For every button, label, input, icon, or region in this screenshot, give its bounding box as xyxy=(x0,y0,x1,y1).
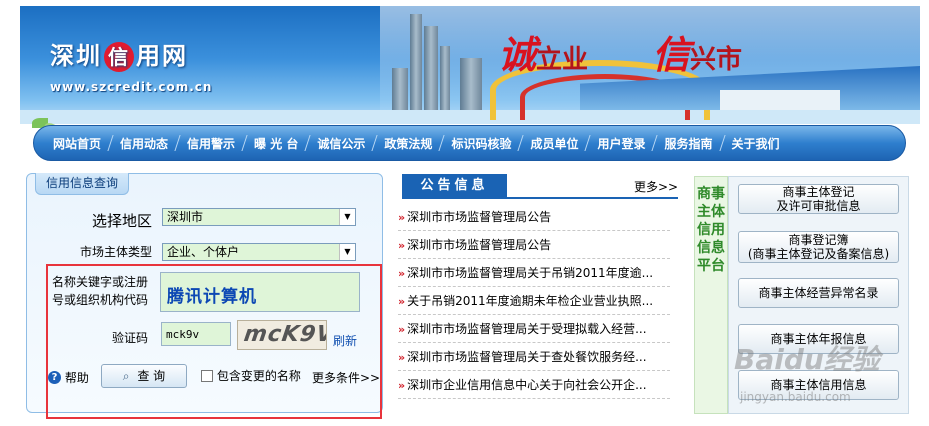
notice-item[interactable]: » 关于吊销2011年度逾期未年检企业营业执照... xyxy=(398,287,670,315)
keyword-input-value: 腾讯计算机 xyxy=(167,287,257,307)
notice-title: 深圳市市场监督管理局关于受理拟载入经营... xyxy=(407,322,647,336)
region-select[interactable]: 深圳市 ▼ xyxy=(162,208,356,226)
slogan-2-rest: 兴市 xyxy=(690,45,743,75)
region-label: 选择地区 xyxy=(91,212,152,230)
nav-item-code-verify[interactable]: 标识码核验 xyxy=(442,135,520,152)
platform-vertical-title: 商事主体信用信息平台 xyxy=(694,176,728,414)
nav-item-policy[interactable]: 政策法规 xyxy=(375,135,441,152)
type-label: 市场主体类型 xyxy=(79,245,152,259)
slogan-2: 信兴市 xyxy=(652,24,742,79)
nav-item-login[interactable]: 用户登录 xyxy=(588,135,654,152)
chevron-down-icon[interactable]: ▼ xyxy=(339,244,355,260)
notice-item[interactable]: » 深圳市市场监督管理局关于受理拟载入经营... xyxy=(398,315,670,343)
logo-part1: 深圳 xyxy=(50,42,102,70)
notice-divider xyxy=(402,197,678,199)
notice-title: 深圳市市场监督管理局公告 xyxy=(407,210,552,224)
notice-tab[interactable]: 公告信息 xyxy=(402,174,507,198)
abnormal-list-button[interactable]: 商事主体经营异常名录 xyxy=(738,278,899,308)
registration-book-line2: (商事主体登记及备案信息) xyxy=(747,247,890,261)
help-label: 帮助 xyxy=(64,371,89,385)
slogan-1-rest: 立业 xyxy=(536,45,589,75)
double-chevron-icon: » xyxy=(398,323,406,336)
nav-item-exposure[interactable]: 曝 光 台 xyxy=(245,135,307,152)
registration-license-line1: 商事主体登记 xyxy=(782,185,855,199)
captcha-image-text: mcK9V xyxy=(242,322,327,347)
main-nav: 网站首页 信用动态 信用警示 曝 光 台 诚信公示 政策法规 标识码核验 成员单… xyxy=(33,125,906,161)
captcha-image[interactable]: mcK9V xyxy=(237,320,327,350)
logo-part2: 用网 xyxy=(136,42,188,70)
nav-item-about[interactable]: 关于我们 xyxy=(723,135,789,152)
help-icon: ? xyxy=(48,371,61,384)
double-chevron-icon: » xyxy=(398,295,406,308)
double-chevron-icon: » xyxy=(398,267,406,280)
keyword-label: 名称关键字或注册号或组织机构代码 xyxy=(51,275,148,307)
credit-info-button[interactable]: 商事主体信用信息 xyxy=(738,370,899,400)
nav-item-service-guide[interactable]: 服务指南 xyxy=(655,135,721,152)
include-changed-label: 包含变更的名称 xyxy=(216,369,301,383)
search-icon: ⌕ xyxy=(122,369,130,383)
help-link[interactable]: ? 帮助 xyxy=(48,369,89,386)
notice-title: 深圳市企业信用信息中心关于向社会公开企... xyxy=(407,378,647,392)
slogan-1-big: 诚 xyxy=(498,32,537,77)
nav-item-credit-news[interactable]: 信用动态 xyxy=(111,135,177,152)
search-button[interactable]: ⌕ 查 询 xyxy=(101,364,187,388)
notice-item[interactable]: » 深圳市市场监督管理局关于查处餐饮服务经... xyxy=(398,343,670,371)
double-chevron-icon: » xyxy=(398,379,406,392)
include-changed-checkbox[interactable] xyxy=(201,369,213,382)
notice-more-link[interactable]: 更多>> xyxy=(634,178,678,195)
tower-2 xyxy=(424,26,438,110)
tower-1 xyxy=(410,14,422,110)
notice-title: 深圳市市场监督管理局关于吊销2011年度逾... xyxy=(407,266,654,280)
chevron-down-icon[interactable]: ▼ xyxy=(339,209,355,225)
double-chevron-icon: » xyxy=(398,211,406,224)
annual-report-label: 商事主体年报信息 xyxy=(770,332,867,346)
captcha-input[interactable]: mck9v xyxy=(161,322,231,346)
slogan-1: 诚立业 xyxy=(498,24,588,79)
type-select-value: 企业、个体户 xyxy=(167,245,240,259)
notice-item[interactable]: » 深圳市企业信用信息中心关于向社会公开企... xyxy=(398,371,670,399)
nav-item-home[interactable]: 网站首页 xyxy=(44,135,110,152)
credit-info-label: 商事主体信用信息 xyxy=(770,378,867,392)
registration-license-button[interactable]: 商事主体登记 及许可审批信息 xyxy=(738,184,899,214)
include-changed-option[interactable]: 包含变更的名称 xyxy=(201,367,301,384)
notice-item[interactable]: » 深圳市市场监督管理局公告 xyxy=(398,231,670,259)
region-select-value: 深圳市 xyxy=(167,210,204,224)
double-chevron-icon: » xyxy=(398,351,406,364)
registration-book-button[interactable]: 商事登记簿 (商事主体登记及备案信息) xyxy=(738,231,899,263)
site-banner: 深圳信用网 www.szcredit.com.cn 诚立业 信兴市 xyxy=(20,6,920,124)
query-tab[interactable]: 信用信息查询 xyxy=(35,173,130,195)
search-button-label: 查 询 xyxy=(137,369,166,383)
nav-item-credit-warning[interactable]: 信用警示 xyxy=(178,135,244,152)
banner-ground xyxy=(20,110,920,124)
notice-item[interactable]: » 深圳市市场监督管理局公告 xyxy=(398,203,670,231)
tower-5 xyxy=(392,68,408,110)
logo-mark-icon: 信 xyxy=(104,42,134,72)
building-white xyxy=(720,90,840,110)
type-select[interactable]: 企业、个体户 ▼ xyxy=(162,243,356,261)
nav-item-integrity-publicity[interactable]: 诚信公示 xyxy=(308,135,374,152)
refresh-link[interactable]: 刷新 xyxy=(333,332,357,349)
site-logo[interactable]: 深圳信用网 xyxy=(50,36,188,72)
nav-item-members[interactable]: 成员单位 xyxy=(521,135,587,152)
tower-3 xyxy=(440,46,450,110)
more-conditions-link[interactable]: 更多条件>> xyxy=(312,369,380,386)
registration-book-line1: 商事登记簿 xyxy=(788,233,849,247)
notice-title: 关于吊销2011年度逾期未年检企业营业执照... xyxy=(407,294,654,308)
keyword-input[interactable]: 腾讯计算机 xyxy=(160,272,360,312)
captcha-label: 验证码 xyxy=(111,331,148,345)
abnormal-list-label: 商事主体经营异常名录 xyxy=(758,286,879,300)
tower-4 xyxy=(460,58,482,110)
notice-title: 深圳市市场监督管理局公告 xyxy=(407,238,552,252)
notice-item[interactable]: » 深圳市市场监督管理局关于吊销2011年度逾... xyxy=(398,259,670,287)
annual-report-button[interactable]: 商事主体年报信息 xyxy=(738,324,899,354)
double-chevron-icon: » xyxy=(398,239,406,252)
platform-vertical-text: 商事主体信用信息平台 xyxy=(697,186,725,274)
registration-license-line2: 及许可审批信息 xyxy=(776,199,861,213)
slogan-2-big: 信 xyxy=(652,32,691,77)
captcha-input-value: mck9v xyxy=(166,328,200,341)
notice-title: 深圳市市场监督管理局关于查处餐饮服务经... xyxy=(407,350,647,364)
site-url: www.szcredit.com.cn xyxy=(50,80,213,94)
